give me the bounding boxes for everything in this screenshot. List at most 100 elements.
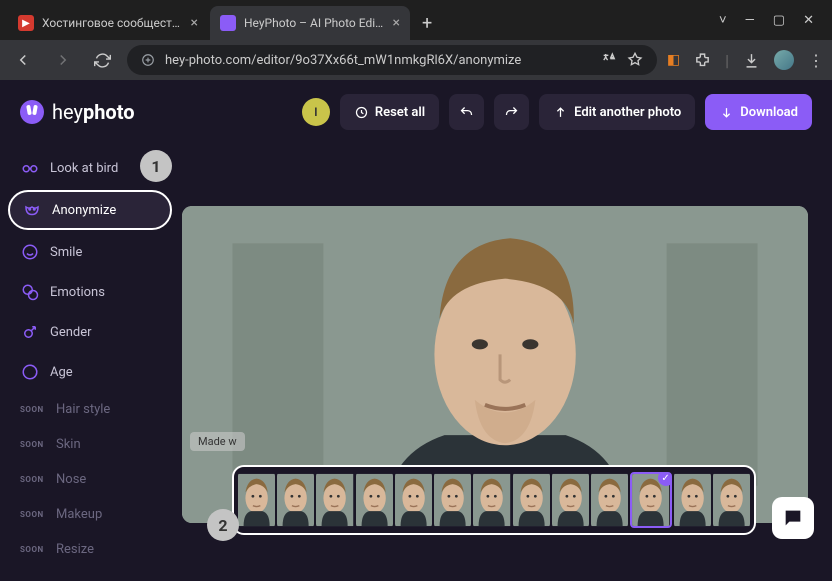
age-icon (20, 362, 40, 382)
soon-badge: SOON (20, 405, 46, 414)
sidebar-item-label: Age (50, 365, 73, 380)
edit-another-button[interactable]: Edit another photo (539, 94, 695, 130)
menu-icon[interactable]: ⋮ (808, 51, 824, 70)
sidebar-item-emotions[interactable]: Emotions (8, 274, 172, 310)
logo-text: heyphoto (52, 100, 135, 124)
smile-icon (20, 242, 40, 262)
sidebar-item-label: Nose (56, 472, 86, 487)
translate-icon[interactable] (601, 52, 617, 68)
logo[interactable]: heyphoto (20, 100, 135, 124)
anonymize-option-thumb[interactable] (238, 472, 275, 528)
minimize-icon[interactable]: — (745, 13, 755, 28)
redo-icon (504, 105, 519, 120)
sidebar-item-hair-style: SOON Hair style (8, 394, 172, 425)
sidebar-item-resize: SOON Resize (8, 534, 172, 565)
sidebar-item-label: Makeup (56, 507, 102, 522)
browser-extensions: ◧ | ⋮ (667, 50, 824, 70)
site-settings-icon (141, 53, 155, 67)
check-icon: ✓ (658, 472, 672, 486)
url-input[interactable]: hey-photo.com/editor/9o37Xx66t_mW1nmkgRl… (127, 45, 657, 75)
profile-icon[interactable] (774, 50, 794, 70)
extensions-icon[interactable] (694, 52, 711, 69)
anonymize-option-thumb[interactable] (277, 472, 314, 528)
step-badge-1: 1 (140, 150, 172, 182)
anonymize-option-thumb[interactable] (552, 472, 589, 528)
anonymize-option-thumb[interactable] (356, 472, 393, 528)
tab-title: Хостинговое сообщество «Tin (42, 16, 183, 30)
back-button[interactable] (8, 45, 38, 75)
emotions-icon (20, 282, 40, 302)
anonymize-option-thumb[interactable] (395, 472, 432, 528)
window-controls: ˅ — ▢ ✕ (701, 12, 832, 28)
step-badge-2: 2 (207, 509, 239, 541)
upload-icon (553, 105, 568, 120)
sidebar-item-label: Resize (56, 542, 94, 557)
app-root: heyphoto I Reset all Edit another photo … (0, 80, 832, 557)
maximize-icon[interactable]: ▢ (773, 13, 785, 28)
reset-icon (354, 105, 369, 120)
sidebar-item-label: Anonymize (52, 203, 116, 218)
browser-titlebar: ▶ Хостинговое сообщество «Tin × HeyPhoto… (0, 0, 832, 40)
anonymize-option-thumb[interactable]: ✓ (630, 472, 671, 528)
favicon-icon (220, 15, 236, 31)
sidebar-item-label: Gender (50, 325, 92, 340)
mask-icon (22, 200, 42, 220)
gender-icon (20, 322, 40, 342)
sidebar-item-label: Smile (50, 245, 82, 260)
sidebar: Look at bird Anonymize Smile Emotions Gender… (0, 138, 180, 581)
soon-badge: SOON (20, 475, 46, 484)
anonymize-options-strip: ✓ (232, 465, 756, 535)
anonymize-option-thumb[interactable] (591, 472, 628, 528)
download-button[interactable]: Download (705, 94, 812, 130)
undo-icon (459, 105, 474, 120)
extension-icon[interactable]: ◧ (667, 52, 680, 68)
sidebar-item-smile[interactable]: Smile (8, 234, 172, 270)
sidebar-item-gender[interactable]: Gender (8, 314, 172, 350)
favicon-icon: ▶ (18, 15, 34, 31)
undo-button[interactable] (449, 94, 484, 130)
sidebar-item-label: Look at bird (50, 161, 118, 176)
download-icon (719, 105, 734, 120)
bookmark-star-icon[interactable] (627, 52, 643, 68)
anonymize-option-thumb[interactable] (513, 472, 550, 528)
glasses-icon (20, 158, 40, 178)
close-window-icon[interactable]: ✕ (803, 13, 814, 28)
sidebar-item-label: Hair style (56, 402, 110, 417)
url-text: hey-photo.com/editor/9o37Xx66t_mW1nmkgRl… (165, 53, 591, 68)
browser-tab[interactable]: HeyPhoto – AI Photo Editor On… × (210, 6, 410, 40)
sidebar-item-age[interactable]: Age (8, 354, 172, 390)
forward-button[interactable] (48, 45, 78, 75)
soon-badge: SOON (20, 510, 46, 519)
chat-icon (782, 507, 804, 529)
download-icon[interactable] (743, 52, 760, 69)
anonymize-option-thumb[interactable] (713, 472, 750, 528)
user-avatar[interactable]: I (302, 98, 330, 126)
sidebar-item-skin: SOON Skin (8, 429, 172, 460)
app-header: heyphoto I Reset all Edit another photo … (0, 80, 832, 144)
logo-icon (20, 100, 44, 124)
sidebar-item-label: Emotions (50, 285, 105, 300)
reset-all-button[interactable]: Reset all (340, 94, 439, 130)
anonymize-option-thumb[interactable] (316, 472, 353, 528)
browser-tabs: ▶ Хостинговое сообщество «Tin × HeyPhoto… (0, 0, 442, 40)
new-tab-button[interactable]: + (412, 7, 442, 40)
anonymize-option-thumb[interactable] (473, 472, 510, 528)
reload-button[interactable] (88, 46, 117, 75)
browser-addressbar: hey-photo.com/editor/9o37Xx66t_mW1nmkgRl… (0, 40, 832, 80)
tab-title: HeyPhoto – AI Photo Editor On… (244, 16, 385, 30)
chevron-down-icon[interactable]: ˅ (719, 12, 727, 28)
sidebar-item-makeup: SOON Makeup (8, 499, 172, 530)
redo-button[interactable] (494, 94, 529, 130)
support-chat-button[interactable] (772, 497, 814, 539)
sidebar-item-label: Skin (56, 437, 81, 452)
anonymize-option-thumb[interactable] (674, 472, 711, 528)
watermark-label: Made w (190, 432, 245, 451)
anonymize-option-thumb[interactable] (434, 472, 471, 528)
close-icon[interactable]: × (393, 15, 400, 31)
soon-badge: SOON (20, 440, 46, 449)
close-icon[interactable]: × (191, 15, 198, 31)
sidebar-item-anonymize[interactable]: Anonymize (8, 190, 172, 230)
soon-badge: SOON (20, 545, 46, 554)
browser-tab[interactable]: ▶ Хостинговое сообщество «Tin × (8, 6, 208, 40)
sidebar-item-nose: SOON Nose (8, 464, 172, 495)
